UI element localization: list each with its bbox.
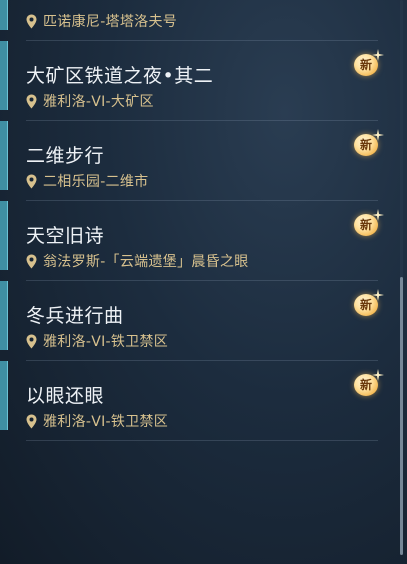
row-accent-bar bbox=[0, 121, 8, 190]
quest-title: 天空旧诗 bbox=[26, 225, 105, 247]
new-badge-label: 新 bbox=[359, 58, 372, 72]
quest-location-text: 匹诺康尼-塔塔洛夫号 bbox=[43, 14, 178, 30]
sparkle-icon bbox=[372, 369, 384, 381]
quest-list-item[interactable]: 冬兵进行曲 雅利洛-VI-铁卫禁区 新 bbox=[0, 281, 392, 361]
quest-location: 翁法罗斯-「云端遗堡」晨昏之眼 bbox=[26, 252, 249, 270]
quest-location: 雅利洛-VI-铁卫禁区 bbox=[26, 332, 168, 350]
new-badge-label: 新 bbox=[359, 218, 372, 232]
quest-location: 匹诺康尼-塔塔洛夫号 bbox=[26, 12, 177, 30]
new-badge-icon: 新 bbox=[352, 129, 384, 159]
scrollbar-thumb[interactable] bbox=[400, 277, 403, 555]
quest-location: 雅利洛-VI-大矿区 bbox=[26, 92, 154, 110]
quest-list-item[interactable]: 大矿区铁道之夜•其二 雅利洛-VI-大矿区 新 bbox=[0, 41, 392, 121]
map-pin-icon bbox=[26, 174, 37, 188]
map-pin-icon bbox=[26, 14, 37, 28]
quest-location: 雅利洛-VI-铁卫禁区 bbox=[26, 412, 168, 430]
quest-location-text: 雅利洛-VI-铁卫禁区 bbox=[43, 334, 169, 350]
quest-title: 冬兵进行曲 bbox=[26, 305, 124, 327]
quest-location-text: 二相乐园-二维市 bbox=[43, 174, 149, 190]
sparkle-icon bbox=[372, 209, 384, 221]
sparkle-icon bbox=[372, 49, 384, 61]
new-badge-icon: 新 bbox=[352, 209, 384, 239]
new-badge-label: 新 bbox=[359, 378, 372, 392]
scrollbar[interactable] bbox=[400, 0, 403, 555]
new-badge-label: 新 bbox=[359, 138, 372, 152]
quest-list-panel: 匹诺康尼-塔塔洛夫号 大矿区铁道之夜•其二 雅利洛-VI-大矿区 新 二维步行 … bbox=[0, 0, 407, 564]
row-accent-bar bbox=[0, 41, 8, 110]
quest-location-text: 雅利洛-VI-大矿区 bbox=[43, 94, 154, 110]
sparkle-icon bbox=[372, 289, 384, 301]
row-accent-bar bbox=[0, 0, 8, 30]
quest-location: 二相乐园-二维市 bbox=[26, 172, 148, 190]
quest-location-text: 雅利洛-VI-铁卫禁区 bbox=[43, 414, 169, 430]
quest-title: 以眼还眼 bbox=[26, 385, 105, 407]
quest-list-item[interactable]: 二维步行 二相乐园-二维市 新 bbox=[0, 121, 392, 201]
new-badge-icon: 新 bbox=[352, 289, 384, 319]
map-pin-icon bbox=[26, 254, 37, 268]
new-badge-icon: 新 bbox=[352, 49, 384, 79]
quest-title: 二维步行 bbox=[26, 145, 105, 167]
row-accent-bar bbox=[0, 281, 8, 350]
map-pin-icon bbox=[26, 334, 37, 348]
quest-list-item[interactable]: 以眼还眼 雅利洛-VI-铁卫禁区 新 bbox=[0, 361, 392, 441]
quest-title: 大矿区铁道之夜•其二 bbox=[26, 65, 214, 87]
new-badge-icon: 新 bbox=[352, 369, 384, 399]
row-accent-bar bbox=[0, 201, 8, 270]
sparkle-icon bbox=[372, 129, 384, 141]
map-pin-icon bbox=[26, 94, 37, 108]
quest-location-text: 翁法罗斯-「云端遗堡」晨昏之眼 bbox=[43, 254, 249, 270]
quest-list-item[interactable]: 天空旧诗 翁法罗斯-「云端遗堡」晨昏之眼 新 bbox=[0, 201, 392, 281]
quest-list-item[interactable]: 匹诺康尼-塔塔洛夫号 bbox=[0, 0, 392, 41]
row-divider bbox=[26, 440, 378, 441]
new-badge-label: 新 bbox=[359, 298, 372, 312]
row-accent-bar bbox=[0, 361, 8, 430]
map-pin-icon bbox=[26, 414, 37, 428]
